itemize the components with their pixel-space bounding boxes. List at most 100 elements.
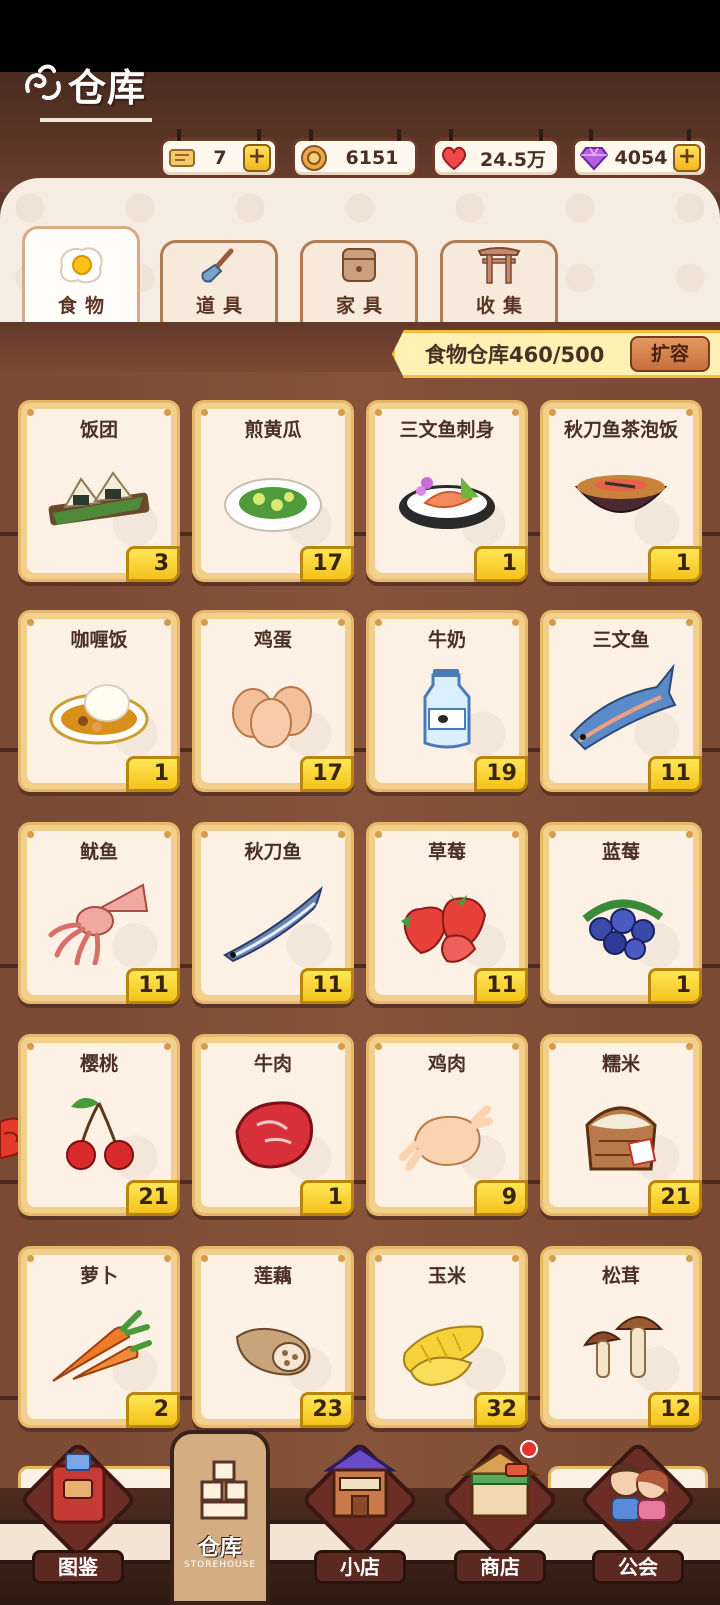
item-card[interactable]: 鸡肉 9 <box>366 1034 528 1216</box>
title-text: 仓库 <box>68 65 147 110</box>
nav-store[interactable]: 商店 <box>440 1440 560 1600</box>
item-card[interactable]: 玉米 32 <box>366 1246 528 1428</box>
lotus-root-icon <box>217 1293 329 1389</box>
book-icon <box>38 1440 118 1530</box>
item-name: 三文鱼 <box>592 629 650 651</box>
item-count-badge: 1 <box>474 546 528 582</box>
nav-label: 公会 <box>592 1550 684 1584</box>
item-count-badge: 19 <box>474 756 528 792</box>
fried-egg-icon <box>56 243 106 287</box>
item-count-badge: 1 <box>300 1180 354 1216</box>
nav-label: 商店 <box>454 1550 546 1584</box>
nav-codex[interactable]: 图鉴 <box>18 1440 138 1600</box>
egg-icon <box>217 657 329 753</box>
item-count-badge: 12 <box>648 1392 702 1428</box>
salmon-icon <box>565 657 677 753</box>
salmon-sashimi-icon <box>391 447 503 543</box>
item-name: 牛奶 <box>427 629 466 651</box>
item-card[interactable]: 秋刀鱼 11 <box>192 822 354 1004</box>
item-card[interactable]: 樱桃 21 <box>18 1034 180 1216</box>
ticket-icon <box>167 143 197 173</box>
milk-icon <box>391 657 503 753</box>
nav-guild[interactable]: 公会 <box>578 1440 698 1600</box>
item-count-badge: 11 <box>648 756 702 792</box>
item-count-badge: 2 <box>126 1392 180 1428</box>
item-name: 萝卜 <box>79 1265 118 1287</box>
item-card[interactable]: 咖喱饭 1 <box>18 610 180 792</box>
tab-food[interactable]: 食物 <box>22 226 140 324</box>
blueberry-icon <box>565 869 677 965</box>
fried-cucumber-icon <box>217 447 329 543</box>
item-card[interactable]: 三文鱼刺身 1 <box>366 400 528 582</box>
item-card[interactable]: 松茸 12 <box>540 1246 702 1428</box>
item-name: 鸡蛋 <box>253 629 292 651</box>
item-count-badge: 11 <box>300 968 354 1004</box>
title-flourish-icon <box>22 61 68 107</box>
item-name: 鱿鱼 <box>79 841 118 863</box>
item-card[interactable]: 饭团 3 <box>18 400 180 582</box>
chicken-icon <box>391 1081 503 1177</box>
item-count-badge: 21 <box>126 1180 180 1216</box>
add-gems-button[interactable]: + <box>673 144 701 172</box>
nav-label: 小店 <box>314 1550 406 1584</box>
nav-sublabel: STOREHOUSE <box>183 1560 257 1570</box>
boxes-icon <box>196 1458 252 1522</box>
heart-icon <box>439 143 469 173</box>
cabinet-icon <box>334 243 384 287</box>
resource-tickets: 7 + <box>160 129 278 178</box>
item-count-badge: 11 <box>474 968 528 1004</box>
nav-storehouse[interactable]: 仓库 STOREHOUSE <box>170 1430 270 1605</box>
item-card[interactable]: 糯米 21 <box>540 1034 702 1216</box>
tab-label: 道具 <box>195 295 250 317</box>
item-card[interactable]: 三文鱼 11 <box>540 610 702 792</box>
item-name: 松茸 <box>601 1265 640 1287</box>
shop-icon <box>320 1440 400 1530</box>
rice-ball-icon <box>43 447 155 543</box>
item-count-badge: 9 <box>474 1180 528 1216</box>
item-name: 鸡肉 <box>427 1053 466 1075</box>
item-card[interactable]: 牛肉 1 <box>192 1034 354 1216</box>
item-count-badge: 11 <box>126 968 180 1004</box>
item-name: 饭团 <box>79 419 118 441</box>
item-count-badge: 17 <box>300 756 354 792</box>
tab-label: 家具 <box>335 295 390 317</box>
shovel-icon <box>194 243 244 287</box>
item-card[interactable]: 莲藕 23 <box>192 1246 354 1428</box>
item-name: 秋刀鱼茶泡饭 <box>563 419 678 441</box>
item-name: 三文鱼刺身 <box>399 419 495 441</box>
item-count-badge: 1 <box>648 968 702 1004</box>
item-card[interactable]: 秋刀鱼茶泡饭 1 <box>540 400 702 582</box>
strawberry-icon <box>391 869 503 965</box>
item-card[interactable]: 萝卜 2 <box>18 1246 180 1428</box>
item-card[interactable]: 牛奶 19 <box>366 610 528 792</box>
saury-chazuke-icon <box>565 447 677 543</box>
carrot-icon <box>43 1293 155 1389</box>
item-card[interactable]: 草莓 11 <box>366 822 528 1004</box>
item-card[interactable]: 鸡蛋 17 <box>192 610 354 792</box>
item-name: 秋刀鱼 <box>244 841 302 863</box>
expand-button[interactable]: 扩容 <box>630 336 710 372</box>
resource-hearts: 24.5万 <box>432 129 560 178</box>
nav-my-shop[interactable]: 小店 <box>300 1440 420 1600</box>
item-card[interactable]: 蓝莓 1 <box>540 822 702 1004</box>
coin-icon <box>299 143 329 173</box>
resource-gems: 4054 + <box>572 129 708 178</box>
item-name: 糯米 <box>601 1053 640 1075</box>
resource-value: 4054 <box>614 147 668 169</box>
capacity-text: 食物仓库460/500 <box>425 343 605 367</box>
item-name: 玉米 <box>427 1265 466 1287</box>
item-count-badge: 3 <box>126 546 180 582</box>
tab-furniture[interactable]: 家具 <box>300 240 418 324</box>
curry-rice-icon <box>43 657 155 753</box>
tab-tools[interactable]: 道具 <box>160 240 278 324</box>
nav-label: 仓库 <box>197 1536 242 1561</box>
tab-collection[interactable]: 收集 <box>440 240 558 324</box>
resource-coins: 6151 <box>292 129 418 178</box>
guild-icon <box>598 1440 678 1530</box>
item-card[interactable]: 鱿鱼 11 <box>18 822 180 1004</box>
item-card[interactable]: 煎黄瓜 17 <box>192 400 354 582</box>
item-name: 牛肉 <box>253 1053 292 1075</box>
beef-icon <box>217 1081 329 1177</box>
add-tickets-button[interactable]: + <box>243 144 271 172</box>
item-count-badge: 32 <box>474 1392 528 1428</box>
